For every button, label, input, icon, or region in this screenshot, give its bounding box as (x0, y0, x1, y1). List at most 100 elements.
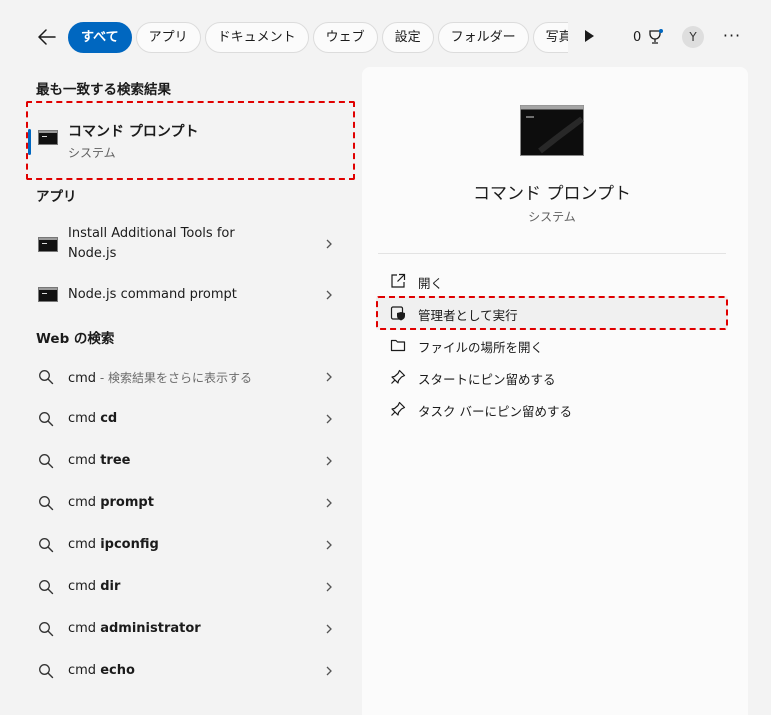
app-item-install-node-tools[interactable]: Install Additional Tools for Node.js (30, 222, 350, 266)
web-search-label: cmd ipconfig (68, 537, 159, 552)
selection-indicator (28, 129, 31, 155)
pin-icon (391, 369, 406, 384)
web-search-hint: - 検索結果をさらに表示する (96, 371, 253, 385)
detail-pane: コマンド プロンプト システム 開く 管理者として実行 ファイルの場所を開く ス… (362, 67, 748, 715)
web-search-query-term: echo (100, 663, 135, 678)
app-item-label-line2: Node.js (68, 246, 117, 261)
user-avatar[interactable]: Y (682, 26, 704, 48)
web-search-item[interactable]: cmd prompt (30, 492, 350, 514)
open-external-icon (391, 273, 406, 288)
filter-chip-settings[interactable]: 設定 (381, 22, 434, 53)
search-icon (39, 622, 54, 637)
web-search-item[interactable]: cmd ipconfig (30, 534, 350, 556)
search-icon (39, 664, 54, 679)
web-search-item[interactable]: cmd dir (30, 576, 350, 598)
action-run-as-admin[interactable]: 管理者として実行 (376, 296, 728, 330)
folder-icon (390, 339, 406, 352)
action-open-file-location[interactable]: ファイルの場所を開く (378, 330, 726, 360)
web-search-query-term: cd (100, 411, 118, 426)
web-search-label: cmd - 検索結果をさらに表示する (68, 369, 252, 386)
search-top-bar: すべて アプリ ドキュメント ウェブ 設定 フォルダー 写真 0 Y ··· (0, 0, 771, 68)
action-label: 管理者として実行 (418, 308, 518, 323)
web-search-query-term: dir (100, 579, 121, 594)
web-search-query-term: prompt (100, 495, 154, 510)
detail-title: コマンド プロンプト (473, 184, 631, 204)
chevron-right-icon (326, 582, 332, 592)
chevron-right-icon (326, 414, 332, 424)
web-search-label: cmd administrator (68, 621, 201, 636)
web-search-item[interactable]: cmd administrator (30, 618, 350, 640)
web-search-item[interactable]: cmd - 検索結果をさらに表示する (30, 366, 350, 388)
search-icon (39, 412, 54, 427)
best-match-heading: 最も一致する検索結果 (36, 82, 171, 98)
web-search-label: cmd echo (68, 663, 135, 678)
search-icon (39, 454, 54, 469)
command-prompt-icon (38, 287, 58, 302)
action-open[interactable]: 開く (378, 266, 726, 296)
web-search-query-prefix: cmd (68, 663, 101, 678)
filter-chip-photos[interactable]: 写真 (532, 22, 568, 53)
filter-chip-folders[interactable]: フォルダー (437, 22, 529, 53)
app-item-label: Node.js command prompt (68, 287, 237, 302)
filter-chip-web[interactable]: ウェブ (312, 22, 378, 53)
web-search-heading: Web の検索 (36, 331, 115, 347)
filter-chip-apps[interactable]: アプリ (135, 22, 201, 53)
web-search-query-term: administrator (100, 621, 201, 636)
search-icon (39, 538, 54, 553)
apps-heading: アプリ (36, 189, 77, 205)
trophy-icon (649, 29, 664, 44)
web-search-label: cmd tree (68, 453, 130, 468)
play-icon (585, 30, 594, 42)
more-filters-button[interactable] (583, 28, 597, 46)
web-search-item[interactable]: cmd echo (30, 660, 350, 682)
best-match-command-prompt[interactable]: コマンド プロンプト システム (26, 101, 355, 180)
back-button[interactable] (34, 24, 60, 50)
shield-admin-icon (390, 306, 405, 321)
web-search-query-prefix: cmd (68, 537, 101, 552)
rewards-points-value: 0 (633, 29, 642, 45)
more-options-button[interactable]: ··· (722, 26, 742, 48)
filter-chip-documents[interactable]: ドキュメント (204, 22, 309, 53)
web-search-query-prefix: cmd (68, 495, 101, 510)
web-search-query-prefix: cmd (68, 579, 101, 594)
filter-chip-bar: すべて アプリ ドキュメント ウェブ 設定 フォルダー 写真 (68, 22, 568, 53)
web-search-query: cmd (68, 371, 97, 386)
detail-divider (378, 253, 726, 254)
chevron-right-icon (326, 456, 332, 466)
chevron-right-icon (326, 666, 332, 676)
filter-chip-all[interactable]: すべて (68, 22, 132, 53)
chevron-right-icon (326, 372, 332, 382)
action-label: スタートにピン留めする (418, 372, 556, 387)
action-pin-to-start[interactable]: スタートにピン留めする (378, 362, 726, 392)
chevron-right-icon (326, 624, 332, 634)
app-item-label-line1: Install Additional Tools for (68, 226, 235, 241)
action-label: 開く (418, 276, 444, 291)
back-arrow-icon (38, 29, 56, 45)
web-search-query-prefix: cmd (68, 453, 101, 468)
search-icon (39, 580, 54, 595)
web-search-query-prefix: cmd (68, 621, 101, 636)
web-search-label: cmd prompt (68, 495, 154, 510)
app-item-node-command-prompt[interactable]: Node.js command prompt (30, 282, 350, 308)
pin-icon (391, 401, 406, 416)
chevron-right-icon (326, 290, 332, 300)
command-prompt-large-icon (520, 105, 584, 156)
best-match-type: システム (68, 146, 116, 160)
action-label: ファイルの場所を開く (418, 340, 544, 355)
search-icon (39, 496, 54, 511)
web-search-query-term: tree (100, 453, 131, 468)
action-pin-to-taskbar[interactable]: タスク バーにピン留めする (378, 394, 726, 424)
search-icon (39, 370, 54, 385)
chevron-right-icon (326, 239, 332, 249)
command-prompt-icon (38, 130, 58, 145)
rewards-points[interactable]: 0 (633, 26, 664, 48)
chevron-right-icon (326, 498, 332, 508)
best-match-name: コマンド プロンプト (68, 124, 199, 140)
web-search-item[interactable]: cmd cd (30, 408, 350, 430)
web-search-item[interactable]: cmd tree (30, 450, 350, 472)
web-search-query-term: ipconfig (100, 537, 159, 552)
web-search-query-prefix: cmd (68, 411, 101, 426)
web-search-label: cmd dir (68, 579, 120, 594)
action-label: タスク バーにピン留めする (418, 404, 572, 419)
web-search-label: cmd cd (68, 411, 117, 426)
